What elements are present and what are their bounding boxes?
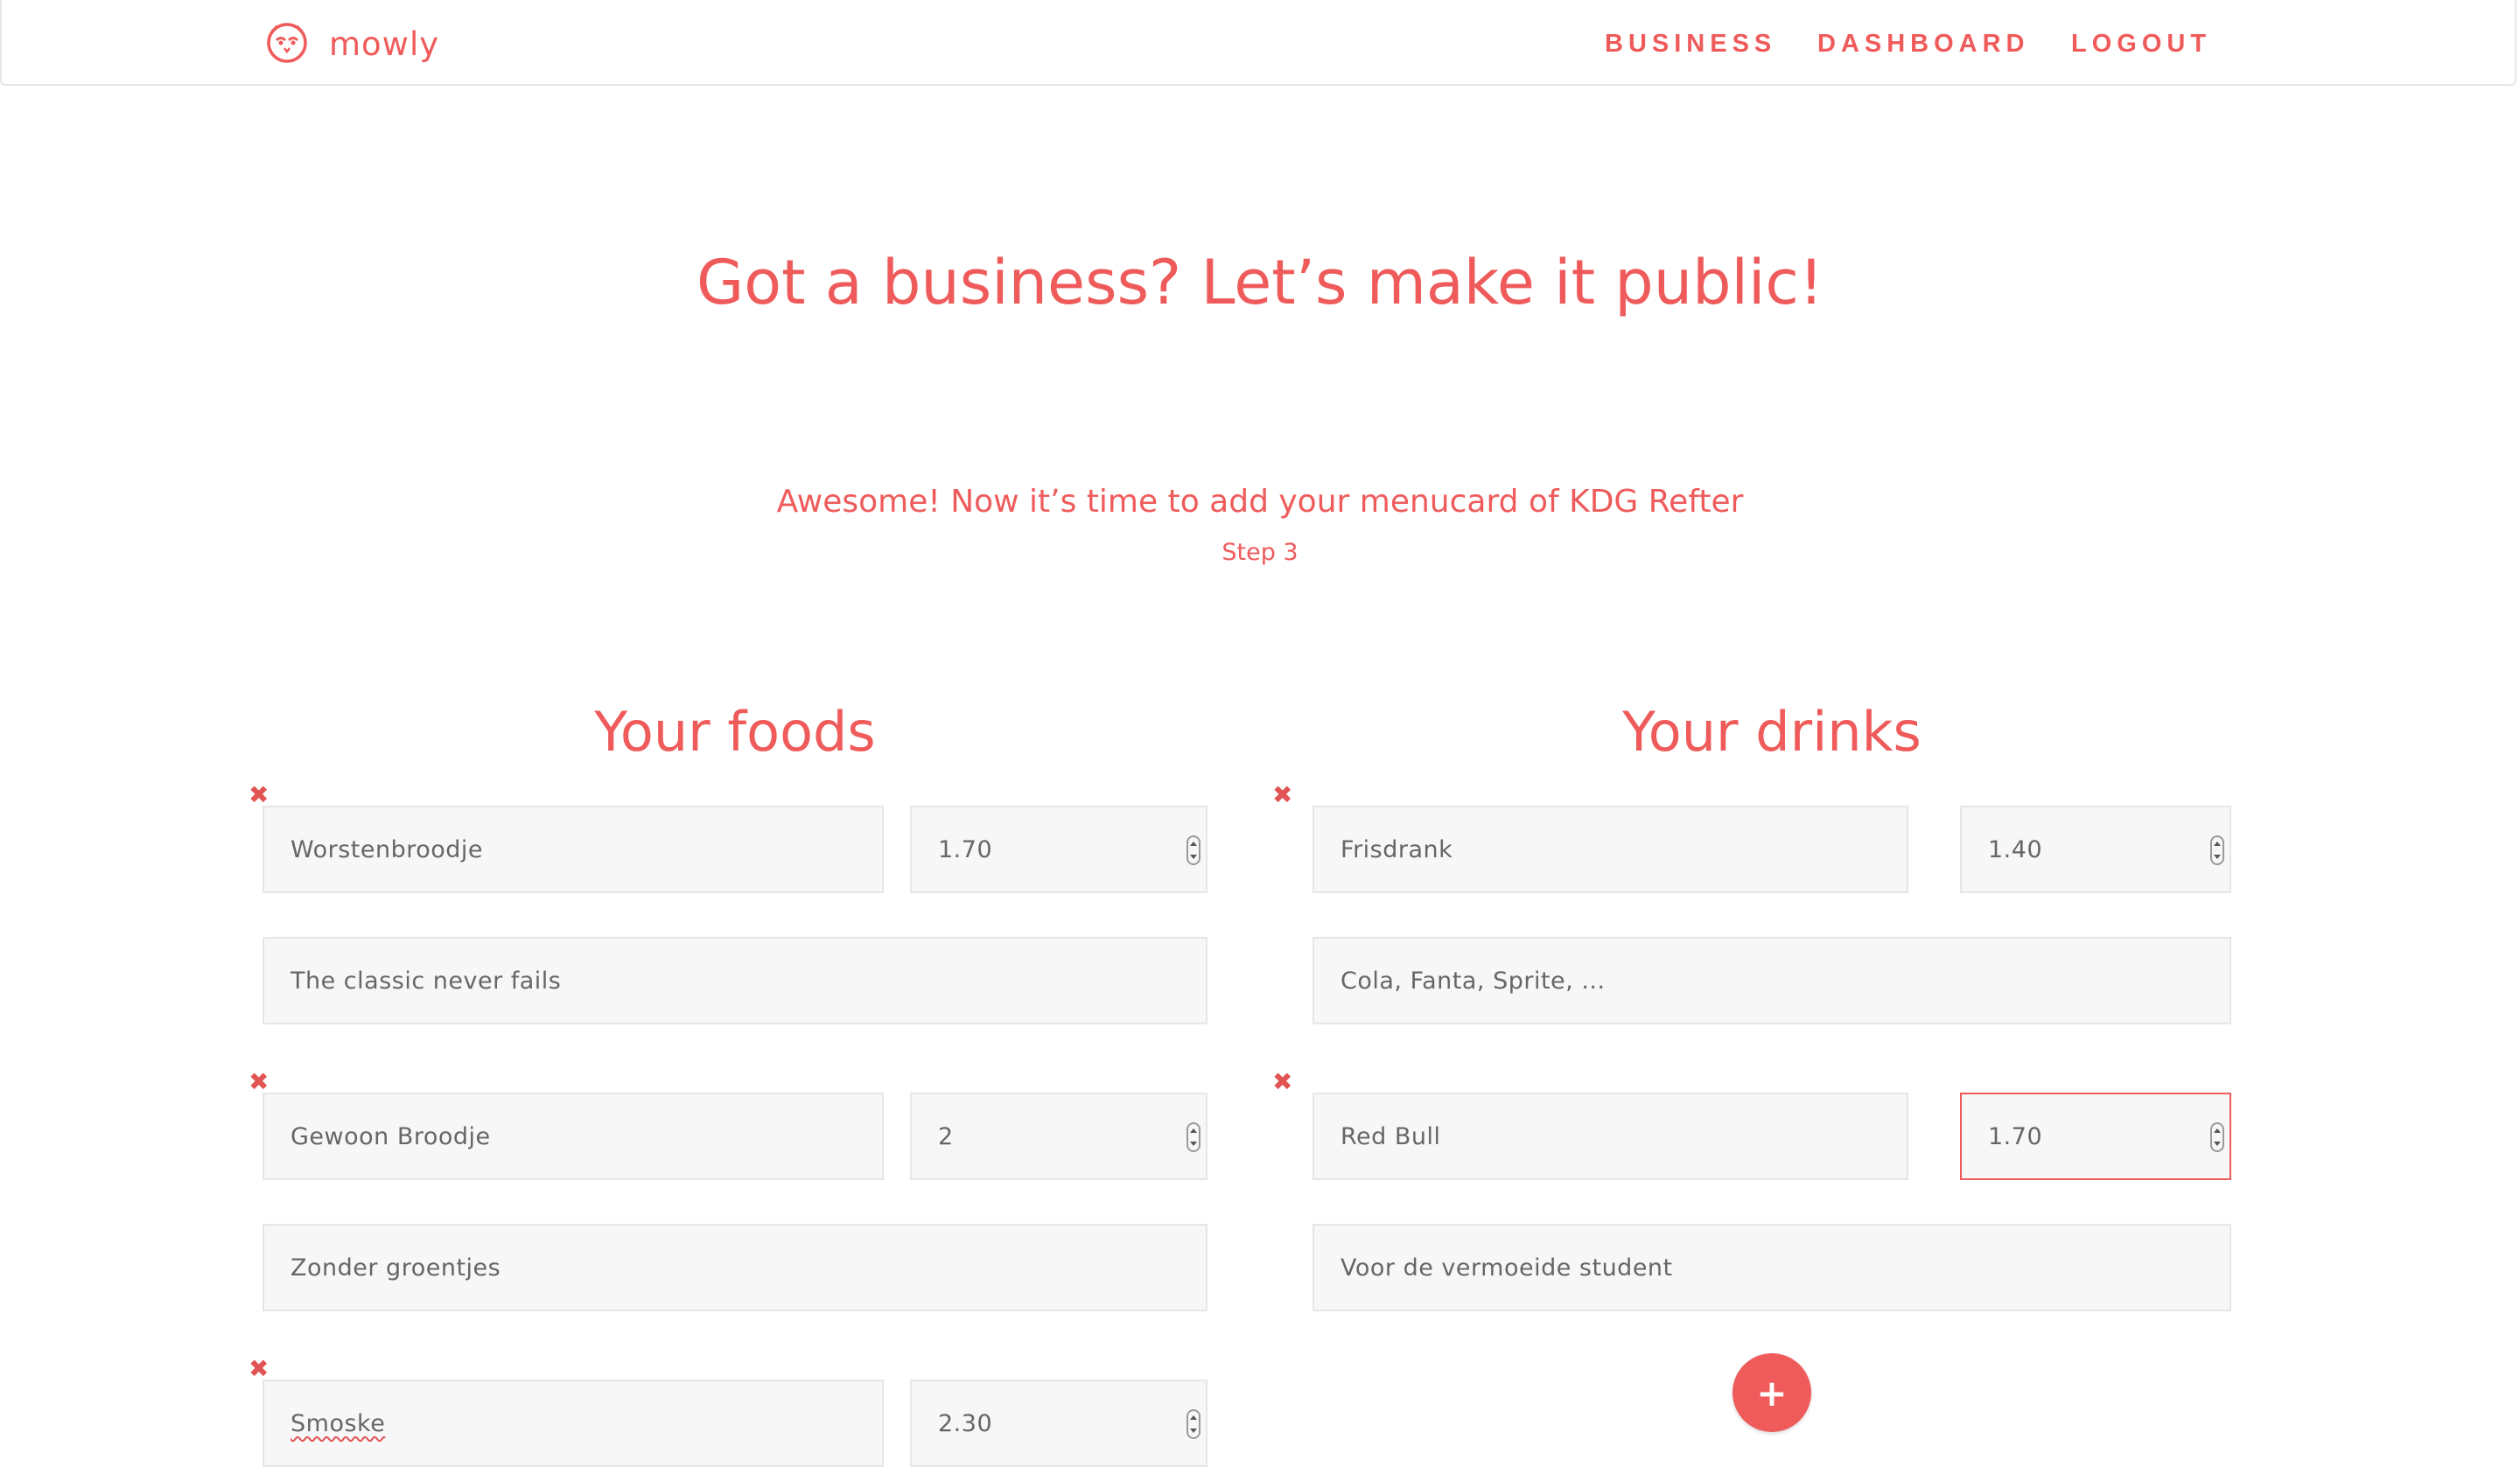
food-name-value: Gewoon Broodje [290, 1122, 491, 1150]
remove-food-icon[interactable]: ✖ [248, 783, 269, 807]
step-indicator: Step 3 [1222, 539, 1298, 566]
food-description-input[interactable]: Zonder groentjes [262, 1224, 1208, 1311]
food-price-input[interactable]: 1.70 [910, 806, 1208, 893]
drink-price-value: 1.70 [1988, 1122, 2043, 1150]
price-stepper-icon[interactable] [1186, 1409, 1200, 1439]
drink-description-value: Voor de vermoeide student [1340, 1254, 1673, 1282]
food-price-value: 2.30 [938, 1409, 993, 1437]
nav-logout[interactable]: LOGOUT [2071, 30, 2211, 59]
price-stepper-icon[interactable] [2210, 835, 2224, 865]
food-name-input[interactable]: Smoske [262, 1380, 884, 1467]
page-title: Got a business? Let’s make it public! [696, 247, 1824, 318]
price-stepper-icon[interactable] [1186, 1122, 1200, 1152]
drink-price-input[interactable]: 1.70 [1960, 1093, 2231, 1180]
remove-drink-icon[interactable]: ✖ [1272, 783, 1292, 807]
food-price-input[interactable]: 2 [910, 1093, 1208, 1180]
drink-name-input[interactable]: Frisdrank [1312, 806, 1908, 893]
drinks-title: Your drinks [1622, 700, 1922, 764]
nav-dashboard[interactable]: DASHBOARD [1817, 30, 2030, 59]
food-description-value: The classic never fails [290, 967, 562, 995]
food-price-value: 1.70 [938, 835, 993, 863]
food-description-input[interactable]: The classic never fails [262, 937, 1208, 1024]
price-stepper-icon[interactable] [2210, 1122, 2224, 1152]
remove-food-icon[interactable]: ✖ [248, 1357, 269, 1381]
drink-description-input[interactable]: Voor de vermoeide student [1312, 1224, 2231, 1311]
plus-icon: + [1756, 1371, 1788, 1415]
main-nav: BUSINESS DASHBOARD LOGOUT [2, 26, 2520, 61]
remove-drink-icon[interactable]: ✖ [1272, 1070, 1292, 1094]
foods-title: Your foods [594, 700, 876, 764]
food-price-input[interactable]: 2.30 [910, 1380, 1208, 1467]
add-drink-button[interactable]: + [1732, 1353, 1811, 1432]
food-name-value: Smoske [290, 1409, 386, 1437]
food-name-value: Worstenbroodje [290, 835, 484, 863]
drink-price-value: 1.40 [1988, 835, 2043, 863]
drink-name-input[interactable]: Red Bull [1312, 1093, 1908, 1180]
food-price-value: 2 [938, 1122, 954, 1150]
price-stepper-icon[interactable] [1186, 835, 1200, 865]
top-navbar: mowly BUSINESS DASHBOARD LOGOUT [0, 0, 2516, 86]
food-name-input[interactable]: Worstenbroodje [262, 806, 884, 893]
drink-name-value: Red Bull [1340, 1122, 1441, 1150]
step-subtitle: Awesome! Now it’s time to add your menuc… [776, 484, 1744, 520]
drink-name-value: Frisdrank [1340, 835, 1453, 863]
drink-description-input[interactable]: Cola, Fanta, Sprite, ... [1312, 937, 2231, 1024]
remove-food-icon[interactable]: ✖ [248, 1070, 269, 1094]
food-description-value: Zonder groentjes [290, 1254, 501, 1282]
drink-price-input[interactable]: 1.40 [1960, 806, 2231, 893]
food-name-input[interactable]: Gewoon Broodje [262, 1093, 884, 1180]
nav-business[interactable]: BUSINESS [1605, 30, 1776, 59]
drink-description-value: Cola, Fanta, Sprite, ... [1340, 967, 1606, 995]
